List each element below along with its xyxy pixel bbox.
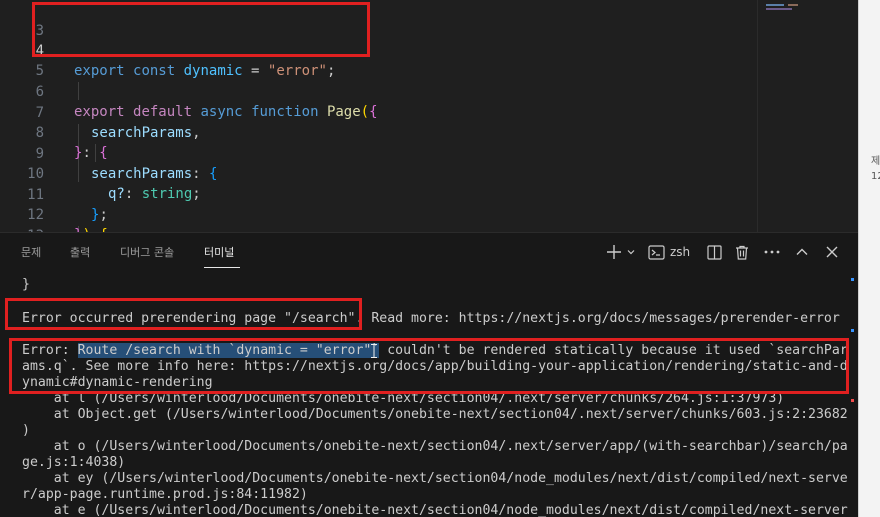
terminal-icon — [648, 244, 665, 260]
close-panel-button[interactable] — [822, 241, 842, 263]
terminal-line: Error occurred prerendering page "/searc… — [22, 311, 840, 326]
terminal-profiles-button[interactable] — [624, 241, 638, 263]
new-terminal-button[interactable] — [604, 241, 624, 263]
chevron-down-icon — [627, 250, 635, 255]
code-line[interactable]: 10 q?: string; — [0, 144, 760, 202]
text-cursor-icon — [371, 344, 377, 358]
code-line[interactable]: 4 export const dynamic = "error"; — [0, 21, 760, 79]
code-editor[interactable]: 3 4 export const dynamic = "error"; 5 6 … — [0, 0, 858, 232]
code-line[interactable]: 11 }; — [0, 165, 760, 223]
stack-line: at ey (/Users/winterlood/Documents/onebi… — [22, 471, 848, 486]
shell-label: zsh — [670, 245, 691, 259]
stack-line: at e (/Users/winterlood/Documents/onebit… — [22, 503, 848, 517]
tab-debug-console[interactable]: 디버그 콘솔 — [120, 244, 174, 260]
chevron-up-icon — [796, 248, 808, 255]
ellipsis-icon — [764, 250, 780, 254]
stack-line: ) — [22, 423, 30, 438]
scrollbar-marker — [851, 278, 854, 281]
code-line[interactable]: 8 }: { — [0, 103, 760, 161]
panel-tab-bar: 문제 출력 디버그 콘솔 터미널 zsh — [0, 233, 858, 271]
active-tab-indicator — [204, 267, 240, 268]
code-line[interactable]: 12 }) { — [0, 185, 760, 232]
terminal-line: ams.q`. See more info here: https://next… — [22, 359, 848, 374]
code-line[interactable]: 3 — [0, 1, 760, 39]
minimap-line — [788, 4, 798, 6]
plus-icon — [607, 245, 621, 259]
tab-output[interactable]: 출력 — [70, 244, 90, 260]
minimap-line — [766, 8, 792, 10]
terminal-line: } — [22, 277, 30, 292]
code-text: }) { — [74, 225, 108, 232]
code-line[interactable]: 5 — [0, 41, 760, 79]
split-terminal-button[interactable] — [704, 241, 724, 263]
code-line[interactable]: 6 export default async function Page({ — [0, 62, 760, 120]
split-icon — [706, 244, 722, 260]
stack-line: ge.js:1:4038) — [22, 455, 126, 470]
code-line[interactable]: 13 const response = await fetch( — [0, 206, 760, 232]
strip-text: 12 — [871, 171, 880, 182]
terminal-shell-button[interactable]: zsh — [648, 241, 696, 263]
kill-terminal-button[interactable] — [732, 241, 752, 263]
stack-line: at l (/Users/winterlood/Documents/onebit… — [22, 391, 785, 406]
close-icon — [826, 246, 838, 258]
minimap[interactable] — [757, 0, 858, 232]
stack-line: at Object.get (/Users/winterlood/Documen… — [22, 407, 848, 422]
scrollbar-marker — [851, 329, 854, 332]
scrollbar-marker — [851, 399, 854, 402]
stack-line: r/app-page.runtime.prod.js:84:11982) — [22, 487, 308, 502]
strip-text: 제 — [871, 156, 880, 167]
tab-terminal[interactable]: 터미널 — [204, 244, 234, 260]
minimap-line — [766, 4, 784, 6]
code-line[interactable]: 7 searchParams, — [0, 83, 760, 141]
terminal-line: ynamic#dynamic-rendering — [22, 375, 213, 390]
text-selection: Route /search with `dynamic = "error"` — [77, 343, 380, 358]
terminal-output[interactable]: } Error occurred prerendering page "/sea… — [0, 273, 858, 517]
tab-problems[interactable]: 문제 — [21, 244, 41, 260]
code-line[interactable]: 9 searchParams: { — [0, 124, 760, 182]
background-window-strip: 제 12 — [858, 0, 880, 517]
maximize-panel-button[interactable] — [792, 241, 812, 263]
trash-icon — [736, 245, 748, 260]
stack-line: at o (/Users/winterlood/Documents/onebit… — [22, 439, 848, 454]
more-actions-button[interactable] — [762, 241, 782, 263]
terminal-line: Error: Route /search with `dynamic = "er… — [22, 343, 848, 358]
bottom-panel: 문제 출력 디버그 콘솔 터미널 zsh } Error occurred pr… — [0, 232, 858, 517]
